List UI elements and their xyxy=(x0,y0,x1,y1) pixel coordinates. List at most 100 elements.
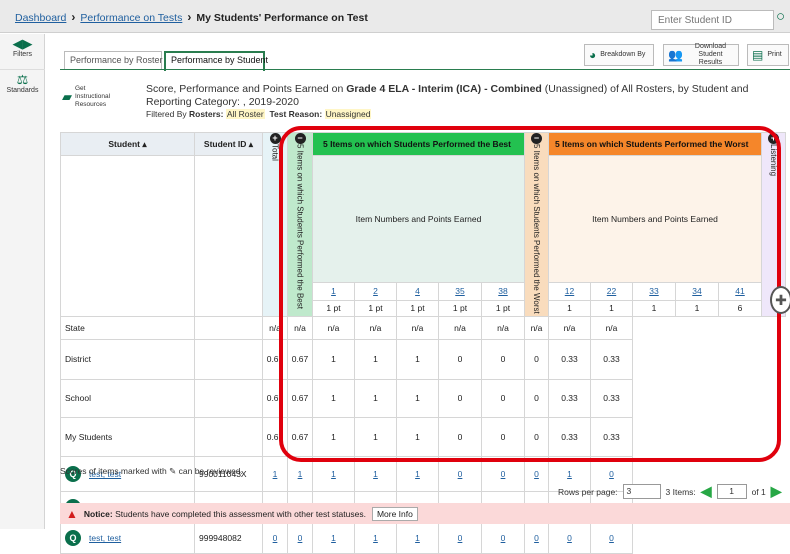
worst-item-points: 1 xyxy=(590,299,633,317)
score-link[interactable]: 0 xyxy=(534,533,539,543)
best-score-cell: n/a xyxy=(354,315,397,340)
best-item-cell[interactable]: 2 xyxy=(354,281,397,301)
tab-performance-by-student[interactable]: Performance by Student xyxy=(164,51,268,71)
tab-performance-by-roster[interactable]: Performance by Roster xyxy=(64,51,163,70)
breakdown-by-button[interactable]: ◕ Breakdown By xyxy=(584,44,654,66)
score-link[interactable]: 0 xyxy=(609,469,614,479)
score-link[interactable]: 0 xyxy=(273,533,278,543)
worst-score-cell[interactable]: 0 xyxy=(524,455,549,492)
expand-plus-icon[interactable]: ✚ xyxy=(770,286,790,314)
worst-item-cell[interactable]: 41 xyxy=(718,281,762,301)
item-number-link[interactable]: 41 xyxy=(735,286,744,296)
score-link[interactable]: 1 xyxy=(567,469,572,479)
score-link[interactable]: 0 xyxy=(501,469,506,479)
best-score-cell[interactable]: 0 xyxy=(262,522,288,554)
standards-button[interactable]: ⚖ Standards xyxy=(0,69,45,104)
score-link[interactable]: 0 xyxy=(298,533,303,543)
notice-banner: ▲ Notice: Students have completed this a… xyxy=(60,503,790,524)
item-number-link[interactable]: 35 xyxy=(455,286,464,296)
title-prefix: Score, Performance and Points Earned on xyxy=(146,83,347,95)
print-button[interactable]: ▤ Print xyxy=(747,44,789,66)
worst-item-cell[interactable]: 22 xyxy=(590,281,633,301)
score-link[interactable]: 1 xyxy=(373,533,378,543)
best-score-cell[interactable]: 1 xyxy=(354,455,397,492)
expand-plus-icon[interactable]: + xyxy=(768,133,779,144)
score-link[interactable]: 0 xyxy=(609,533,614,543)
score-link[interactable]: 1 xyxy=(415,533,420,543)
filters-button[interactable]: ◀▶ Filters xyxy=(0,34,45,69)
item-number-link[interactable]: 33 xyxy=(649,286,658,296)
student-id-search-input[interactable] xyxy=(651,10,774,30)
item-number-link[interactable]: 38 xyxy=(498,286,507,296)
search-icon[interactable]: ○ xyxy=(776,8,785,25)
worst-item-cell[interactable]: 33 xyxy=(632,281,676,301)
best-score-cell: 0.67 xyxy=(262,338,288,380)
score-link[interactable]: 1 xyxy=(331,469,336,479)
item-number-link[interactable]: 12 xyxy=(565,286,574,296)
worst-subheader: Item Numbers and Points Earned xyxy=(548,155,762,283)
score-link[interactable]: 0 xyxy=(567,533,572,543)
collapse-minus-icon[interactable]: − xyxy=(294,133,306,144)
student-column-header[interactable]: Student ▴ xyxy=(60,132,195,156)
worst-score-cell[interactable]: 0 xyxy=(524,522,549,554)
best-score-cell[interactable]: 1 xyxy=(354,522,397,554)
page-input[interactable]: 1 xyxy=(716,484,747,499)
student-name-link[interactable]: test, test xyxy=(89,533,121,543)
best-item-cell[interactable]: 4 xyxy=(396,281,439,301)
breadcrumb-performance-on-tests[interactable]: Performance on Tests xyxy=(80,12,182,24)
rows-per-page-input[interactable]: 3 xyxy=(622,484,661,499)
worst-score-cell: 0 xyxy=(481,338,525,380)
score-link[interactable]: 0 xyxy=(458,469,463,479)
score-link[interactable]: 1 xyxy=(298,469,303,479)
download-results-button[interactable]: 👥 Download Student Results xyxy=(663,43,739,66)
worst-score-cell[interactable]: 0 xyxy=(481,522,525,554)
worst-score-cell[interactable]: 0 xyxy=(481,455,525,492)
printer-icon: ▤ xyxy=(752,48,764,62)
item-number-link[interactable]: 1 xyxy=(331,286,336,296)
collapse-minus-icon[interactable]: − xyxy=(531,133,542,144)
instructional-resources-button[interactable]: ▰ Get Instructional Resources xyxy=(62,85,120,109)
best-score-cell[interactable]: 1 xyxy=(312,522,355,554)
breadcrumb-current: My Students' Performance on Test xyxy=(196,12,368,24)
best-score-cell[interactable]: 1 xyxy=(396,455,439,492)
expand-plus-icon[interactable]: + xyxy=(269,133,281,144)
score-link[interactable]: 1 xyxy=(415,469,420,479)
worst-score-cell[interactable]: 0 xyxy=(438,522,482,554)
magnifier-icon[interactable]: Q xyxy=(65,530,81,547)
best-score-cell[interactable]: 1 xyxy=(396,522,439,554)
score-link[interactable]: 1 xyxy=(331,533,336,543)
best-score-cell[interactable]: 1 xyxy=(312,455,355,492)
item-number-link[interactable]: 34 xyxy=(692,286,701,296)
item-number-link[interactable]: 22 xyxy=(607,286,616,296)
previous-page-icon[interactable]: ◀ xyxy=(701,483,712,500)
rosters-label: Rosters: xyxy=(189,109,224,119)
worst-item-cell[interactable]: 34 xyxy=(675,281,719,301)
best-score-cell[interactable]: 1 xyxy=(262,455,288,492)
best-score-cell[interactable]: 0 xyxy=(287,522,313,554)
aggregate-row: State n/a n/a n/a n/a n/a n/a n/a n/a n/a n/a xyxy=(60,315,786,340)
breadcrumb-dashboard[interactable]: Dashboard xyxy=(15,12,66,24)
score-link[interactable]: 0 xyxy=(534,469,539,479)
more-info-button[interactable]: More Info xyxy=(371,506,418,521)
sort-icon[interactable]: ▴ xyxy=(249,139,253,149)
sort-icon[interactable]: ▴ xyxy=(142,139,146,149)
next-page-icon[interactable]: ▶ xyxy=(771,483,782,500)
student-row: Qtest, test 999948082 0 0 1 1 1 0 0 0 0 0 xyxy=(60,522,786,554)
best-item-cell[interactable]: 35 xyxy=(438,281,482,301)
worst-score-cell: 0 xyxy=(438,338,482,380)
student-id-column-header[interactable]: Student ID ▴ xyxy=(194,132,263,156)
best-item-cell[interactable]: 1 xyxy=(312,281,355,301)
worst-score-cell[interactable]: 0 xyxy=(438,455,482,492)
item-number-link[interactable]: 2 xyxy=(373,286,378,296)
best-score-cell[interactable]: 1 xyxy=(287,455,313,492)
worst-score-cell[interactable]: 0 xyxy=(590,522,633,554)
item-number-link[interactable]: 4 xyxy=(415,286,420,296)
score-link[interactable]: 1 xyxy=(373,469,378,479)
pagination: Rows per page: 3 3 Items: ◀ 1 of 1 ▶ xyxy=(558,483,782,500)
score-link[interactable]: 0 xyxy=(458,533,463,543)
score-link[interactable]: 1 xyxy=(273,469,278,479)
score-link[interactable]: 0 xyxy=(501,533,506,543)
worst-score-cell[interactable]: 0 xyxy=(548,522,591,554)
best-item-cell[interactable]: 38 xyxy=(481,281,525,301)
worst-item-cell[interactable]: 12 xyxy=(548,281,591,301)
